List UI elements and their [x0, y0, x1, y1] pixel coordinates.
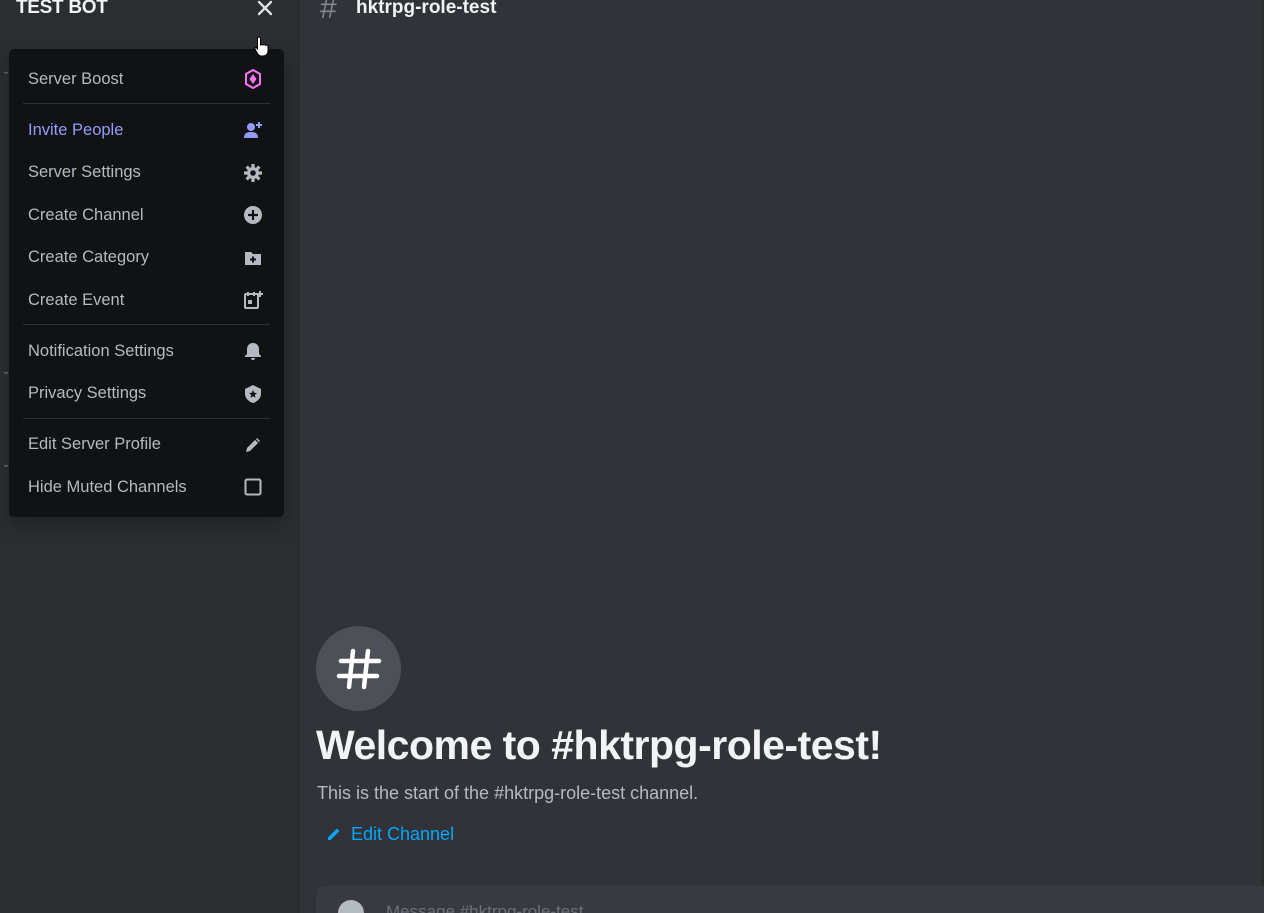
menu-item-create-event[interactable]: Create Event [23, 280, 270, 320]
menu-item-notification-settings[interactable]: Notification Settings [23, 331, 270, 371]
bell-icon [242, 340, 264, 362]
menu-item-create-channel[interactable]: Create Channel [23, 195, 270, 235]
channel-hash-icon: # [320, 0, 337, 25]
pencil-icon [242, 434, 264, 456]
menu-divider [23, 103, 270, 104]
menu-divider [23, 324, 270, 325]
edit-channel-link[interactable]: Edit Channel [325, 824, 454, 845]
menu-item-label: Server Boost [28, 69, 124, 88]
welcome-title: Welcome to #hktrpg-role-test! [316, 722, 882, 768]
channel-title: hktrpg-role-test [356, 0, 497, 18]
checkbox-icon[interactable] [242, 476, 264, 498]
add-person-icon [242, 119, 264, 141]
welcome-subtitle: This is the start of the #hktrpg-role-te… [317, 783, 699, 803]
menu-item-edit-server-profile[interactable]: Edit Server Profile [23, 425, 270, 465]
menu-item-label: Notification Settings [28, 341, 174, 360]
message-input[interactable]: Message #hktrpg-role-test [386, 902, 583, 913]
menu-item-server-boost[interactable]: Server Boost [23, 59, 270, 99]
calendar-plus-icon [242, 289, 264, 311]
menu-item-label: Invite People [28, 120, 124, 139]
server-header[interactable]: TEST BOT [0, 0, 300, 20]
server-dropdown-menu: Server Boost Invite People Server Settin… [9, 49, 284, 517]
menu-item-label: Hide Muted Channels [28, 477, 187, 496]
edit-channel-label[interactable]: Edit Channel [351, 824, 454, 845]
menu-item-label: Create Event [28, 290, 125, 309]
boost-icon [242, 68, 264, 90]
close-icon[interactable] [254, 0, 276, 19]
menu-item-server-settings[interactable]: Server Settings [23, 153, 270, 193]
menu-item-privacy-settings[interactable]: Privacy Settings [23, 374, 270, 414]
menu-item-label: Edit Server Profile [28, 435, 161, 453]
menu-item-invite-people[interactable]: Invite People [23, 110, 270, 150]
channel-header: # hktrpg-role-test [300, 0, 1264, 25]
mouse-cursor-icon [254, 36, 269, 57]
server-name[interactable]: TEST BOT [16, 0, 108, 19]
menu-divider [23, 417, 270, 419]
message-input-box[interactable]: Message #hktrpg-role-test [316, 886, 1264, 913]
pencil-icon [327, 828, 340, 841]
menu-item-create-category[interactable]: Create Category [23, 238, 270, 278]
channel-hash-icon [316, 626, 401, 711]
plus-circle-icon [242, 204, 264, 226]
add-attachment-icon[interactable] [338, 900, 364, 913]
gear-icon [242, 162, 264, 184]
shield-icon [242, 383, 264, 405]
folder-plus-icon [242, 247, 264, 269]
menu-item-label: Server Settings [28, 163, 141, 181]
menu-item-label: Create Channel [28, 205, 144, 224]
menu-item-label: Privacy Settings [28, 384, 147, 402]
menu-item-hide-muted-channels[interactable]: Hide Muted Channels [23, 467, 270, 507]
menu-item-label: Create Category [28, 248, 150, 266]
